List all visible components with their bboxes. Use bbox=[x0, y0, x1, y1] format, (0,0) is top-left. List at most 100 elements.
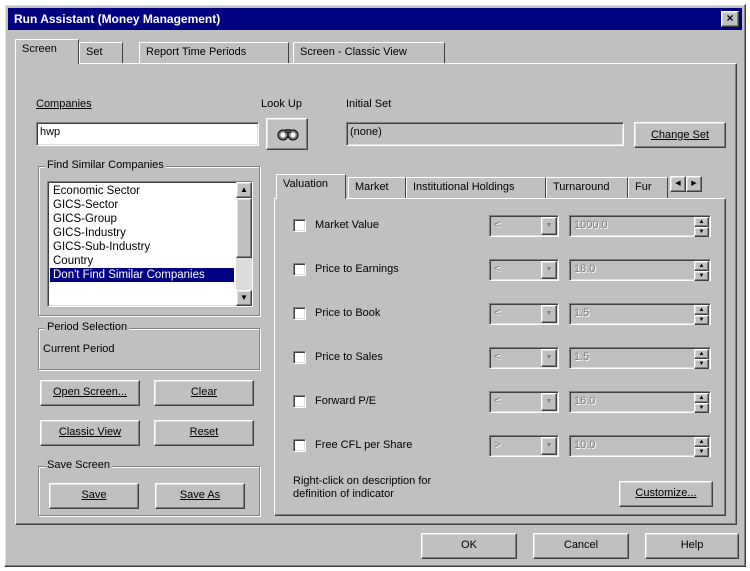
cancel-button[interactable]: Cancel bbox=[533, 533, 629, 559]
scroll-thumb[interactable] bbox=[236, 198, 252, 258]
tab-valuation[interactable]: Valuation bbox=[276, 174, 346, 199]
period-selection-title: Period Selection bbox=[45, 321, 130, 333]
list-item[interactable]: GICS-Industry bbox=[50, 226, 234, 240]
open-screen-button[interactable]: Open Screen... bbox=[40, 380, 140, 406]
reset-button[interactable]: Reset bbox=[154, 420, 254, 446]
free-cfl-per-share-operator[interactable]: > ▼ bbox=[489, 435, 559, 457]
chevron-down-icon: ▼ bbox=[541, 437, 557, 455]
save-as-button[interactable]: Save As bbox=[155, 483, 245, 509]
scroll-down-button[interactable]: ▼ bbox=[236, 290, 252, 306]
forward-pe-checkbox[interactable] bbox=[293, 395, 306, 408]
spin-down-icon[interactable]: ▼ bbox=[694, 227, 709, 237]
price-to-earnings-value: 18.0 bbox=[574, 263, 596, 275]
spin-down-icon[interactable]: ▼ bbox=[694, 315, 709, 325]
change-set-button[interactable]: Change Set bbox=[634, 122, 726, 148]
help-button[interactable]: Help bbox=[645, 533, 739, 559]
title-bar: Run Assistant (Money Management) × bbox=[8, 8, 742, 30]
list-item[interactable]: GICS-Group bbox=[50, 212, 234, 226]
tab-market[interactable]: Market bbox=[348, 177, 406, 199]
market-value-value: 1000.0 bbox=[574, 219, 608, 231]
free-cfl-per-share-value: 10.0 bbox=[574, 439, 596, 451]
price-to-sales-operator-value: < bbox=[494, 351, 501, 363]
spin-down-icon[interactable]: ▼ bbox=[694, 359, 709, 369]
price-to-earnings-operator-value: < bbox=[494, 263, 501, 275]
chevron-down-icon: ▼ bbox=[541, 261, 557, 279]
price-to-earnings-label: Price to Earnings bbox=[315, 263, 399, 275]
price-to-book-label: Price to Book bbox=[315, 307, 381, 319]
spin-down-icon[interactable]: ▼ bbox=[694, 403, 709, 413]
list-item[interactable]: GICS-Sub-Industry bbox=[50, 240, 234, 254]
tab-institutional-holdings[interactable]: Institutional Holdings bbox=[406, 177, 546, 199]
free-cfl-per-share-checkbox[interactable] bbox=[293, 439, 306, 452]
spin-down-icon[interactable]: ▼ bbox=[694, 271, 709, 281]
list-item[interactable]: Country bbox=[50, 254, 234, 268]
chevron-down-icon: ▼ bbox=[541, 393, 557, 411]
close-button[interactable]: × bbox=[721, 11, 739, 27]
save-as-label: Save As bbox=[179, 489, 221, 501]
companies-label: Companies bbox=[36, 98, 92, 110]
tab-scroll-left-button[interactable]: ◀ bbox=[670, 176, 686, 192]
list-scrollbar[interactable]: ▲ ▼ bbox=[236, 182, 252, 306]
list-item-selected[interactable]: Don't Find Similar Companies bbox=[50, 268, 234, 282]
tab-screen-classic-view-label: Screen - Classic View bbox=[300, 46, 407, 58]
free-cfl-per-share-input[interactable]: 10.0 ▲ ▼ bbox=[569, 435, 711, 457]
price-to-sales-input[interactable]: 1.5 ▲ ▼ bbox=[569, 347, 711, 369]
clear-button[interactable]: Clear bbox=[154, 380, 254, 406]
tab-scroll-right-button[interactable]: ▶ bbox=[686, 176, 702, 192]
tab-set-label: Set bbox=[86, 46, 103, 58]
list-item[interactable]: GICS-Sector bbox=[50, 198, 234, 212]
screen-tab-panel: Companies hwp Look Up Initial Set (none)… bbox=[15, 63, 737, 525]
list-item[interactable]: Economic Sector bbox=[50, 184, 234, 198]
spin-up-icon[interactable]: ▲ bbox=[694, 305, 709, 315]
tab-screen[interactable]: Screen bbox=[15, 39, 79, 64]
market-value-checkbox[interactable] bbox=[293, 219, 306, 232]
forward-pe-value: 16.0 bbox=[574, 395, 596, 407]
lookup-label: Look Up bbox=[261, 98, 302, 110]
ok-button[interactable]: OK bbox=[421, 533, 517, 559]
market-value-input[interactable]: 1000.0 ▲ ▼ bbox=[569, 215, 711, 237]
tab-screen-classic-view[interactable]: Screen - Classic View bbox=[293, 42, 445, 64]
find-similar-listbox[interactable]: Economic Sector GICS-Sector GICS-Group G… bbox=[47, 181, 253, 307]
forward-pe-input[interactable]: 16.0 ▲ ▼ bbox=[569, 391, 711, 413]
period-selection-group: Period Selection Current Period bbox=[38, 321, 260, 370]
tab-turnaround[interactable]: Turnaround bbox=[546, 177, 628, 199]
price-to-sales-value: 1.5 bbox=[574, 351, 590, 363]
ok-label: OK bbox=[461, 539, 477, 551]
forward-pe-operator[interactable]: < ▼ bbox=[489, 391, 559, 413]
price-to-earnings-operator[interactable]: < ▼ bbox=[489, 259, 559, 281]
price-to-sales-checkbox[interactable] bbox=[293, 351, 306, 364]
forward-pe-label: Forward P/E bbox=[315, 395, 377, 407]
customize-button[interactable]: Customize... bbox=[619, 481, 713, 507]
tab-report-time-periods[interactable]: Report Time Periods bbox=[139, 42, 289, 64]
price-to-book-checkbox[interactable] bbox=[293, 307, 306, 320]
customize-label: Customize... bbox=[635, 487, 697, 499]
price-to-earnings-input[interactable]: 18.0 ▲ ▼ bbox=[569, 259, 711, 281]
tab-screen-label: Screen bbox=[22, 43, 57, 55]
save-button[interactable]: Save bbox=[49, 483, 139, 509]
tab-fundamentals-partial[interactable]: Fur bbox=[628, 177, 668, 199]
reset-label: Reset bbox=[189, 426, 219, 438]
free-cfl-per-share-label: Free CFL per Share bbox=[315, 439, 413, 451]
spin-up-icon[interactable]: ▲ bbox=[694, 437, 709, 447]
scroll-up-button[interactable]: ▲ bbox=[236, 182, 252, 198]
market-value-operator[interactable]: < ▼ bbox=[489, 215, 559, 237]
chevron-down-icon: ▼ bbox=[541, 305, 557, 323]
lookup-button[interactable] bbox=[266, 118, 308, 150]
classic-view-button[interactable]: Classic View bbox=[40, 420, 140, 446]
market-value-label: Market Value bbox=[315, 219, 379, 231]
price-to-book-operator[interactable]: < ▼ bbox=[489, 303, 559, 325]
price-to-earnings-checkbox[interactable] bbox=[293, 263, 306, 276]
companies-input[interactable]: hwp bbox=[36, 122, 259, 146]
spin-down-icon[interactable]: ▼ bbox=[694, 447, 709, 457]
spin-up-icon[interactable]: ▲ bbox=[694, 261, 709, 271]
market-value-operator-value: < bbox=[494, 219, 501, 231]
spin-up-icon[interactable]: ▲ bbox=[694, 217, 709, 227]
price-to-book-input[interactable]: 1.5 ▲ ▼ bbox=[569, 303, 711, 325]
tab-turnaround-label: Turnaround bbox=[553, 181, 610, 193]
tab-set[interactable]: Set bbox=[79, 42, 123, 64]
period-selection-value: Current Period bbox=[43, 343, 115, 355]
spin-up-icon[interactable]: ▲ bbox=[694, 393, 709, 403]
run-assistant-window: Run Assistant (Money Management) × Scree… bbox=[4, 4, 746, 567]
price-to-sales-operator[interactable]: < ▼ bbox=[489, 347, 559, 369]
spin-up-icon[interactable]: ▲ bbox=[694, 349, 709, 359]
